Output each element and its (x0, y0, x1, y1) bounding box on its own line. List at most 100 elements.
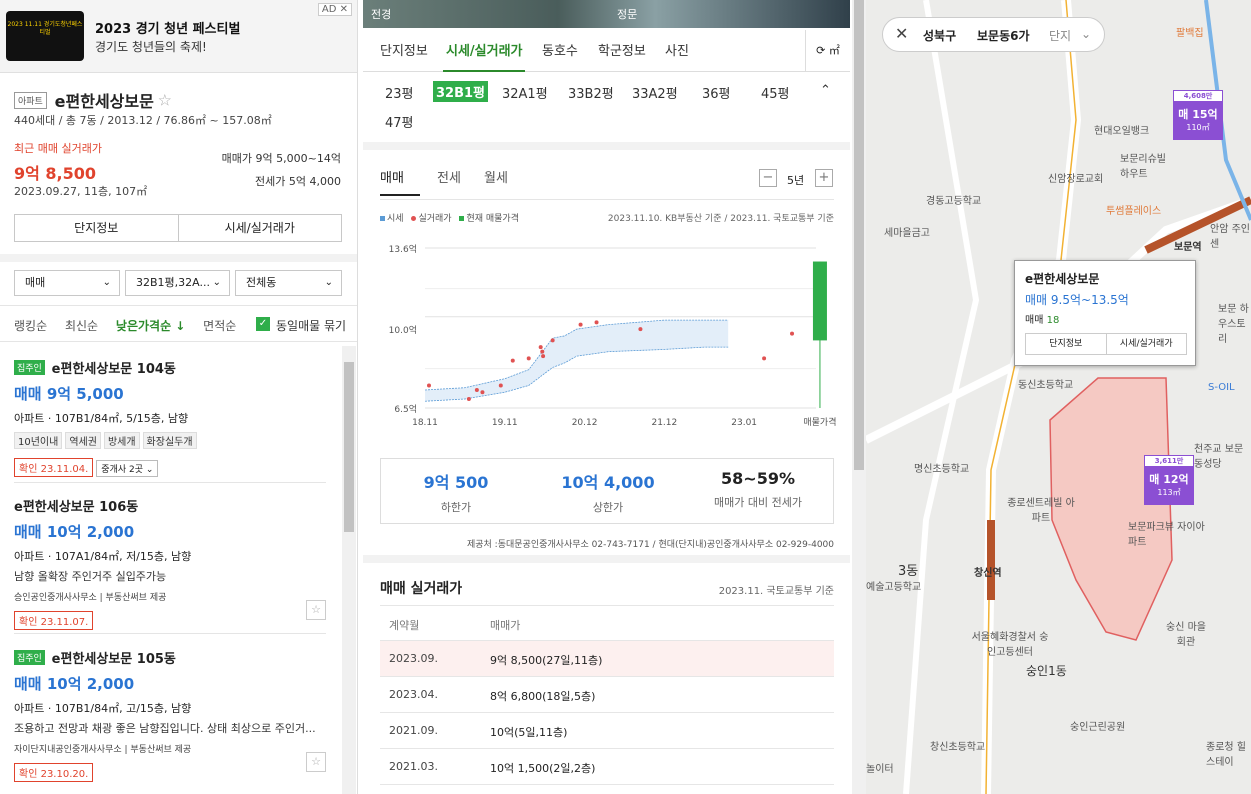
scrollbar[interactable] (342, 346, 356, 794)
transaction-point (510, 358, 515, 363)
pyeong-option[interactable]: 32A1평 (502, 83, 548, 102)
period-minus-button[interactable]: − (759, 169, 777, 187)
divider (0, 305, 357, 306)
region-crumb[interactable]: 성북구 (923, 27, 956, 44)
x-tick-label: 23.01 (731, 418, 757, 428)
x-tick-label: 매물가격 (803, 416, 836, 428)
tab-underline (380, 194, 420, 196)
ad-title[interactable]: 2023 경기 청년 페스티벌 (95, 18, 240, 37)
dong-crumb[interactable]: 보문동6가 (977, 27, 1030, 44)
chart-basis: 2023.11.10. KB부동산 기준 / 2023.11. 국토교통부 기준 (607, 214, 834, 224)
map-label: 경동고등학교 (926, 196, 982, 207)
agent-count-button[interactable]: 중개사 2곳 ⌄ (96, 460, 159, 477)
period-plus-button[interactable]: + (815, 169, 833, 187)
favorite-star-icon[interactable]: ☆ (306, 752, 326, 772)
favorite-star-icon[interactable]: ☆ (306, 600, 326, 620)
tag: 화장실두개 (142, 432, 197, 449)
pyeong-option[interactable]: 36평 (702, 83, 731, 102)
legend-label: 현재 매물가격 (466, 214, 519, 224)
tab-sale[interactable]: 매매 (380, 167, 404, 186)
pyeong-option[interactable]: 23평 (385, 83, 414, 102)
map-label: 숭신 마을회관 (1166, 622, 1206, 648)
map-label: 세마을금고 (884, 228, 930, 239)
listing-footer: 확인 23.11.04. 중개사 2곳 ⌄ (14, 458, 326, 477)
deal-type-select[interactable]: 매매 ⌄ (14, 270, 120, 296)
x-tick-label: 18.11 (412, 418, 438, 428)
unit-toggle-button[interactable]: ⟳ ㎡ (805, 30, 850, 72)
dong-select[interactable]: 전체동 ⌄ (235, 270, 342, 296)
tab-school[interactable]: 학군정보 (598, 40, 646, 59)
tab-monthly[interactable]: 월세 (484, 167, 508, 186)
map-label: 예술고등학교 (866, 582, 922, 593)
pyeong-option[interactable]: 45평 (761, 83, 790, 102)
ad-close-button[interactable]: AD ✕ (317, 3, 352, 16)
listing-footer: 확인 23.11.07. (14, 611, 326, 630)
popup-info-button[interactable]: 단지정보 (1026, 334, 1106, 354)
favorite-star-icon[interactable]: ☆ (158, 91, 172, 110)
confirm-date: 확인 23.11.07. (14, 611, 94, 630)
sort-low-price[interactable]: 낮은가격순 ↓ (116, 319, 185, 333)
summary-value: 10억 4,000 (561, 473, 655, 492)
price-info-button[interactable]: 시세/실거래가 (177, 215, 342, 241)
popup-price-button[interactable]: 시세/실거래가 (1105, 334, 1187, 354)
map-label: 동신초등학교 (1018, 380, 1074, 391)
marker-size: 110㎡ (1186, 123, 1210, 132)
close-icon[interactable]: ✕ (895, 24, 908, 43)
ad-tag: AD (321, 4, 337, 15)
sort-latest[interactable]: 최신순 (65, 319, 98, 333)
cell-month: 2023.09. (389, 652, 438, 665)
ad-banner[interactable]: 2023 11.11 경기도청년페스티벌 2023 경기 청년 페스티벌 경기도… (0, 0, 357, 73)
listing-name: e편한세상보문 104동 (51, 362, 176, 377)
tab-photos[interactable]: 사진 (665, 40, 689, 59)
tab-price[interactable]: 시세/실거래가 (446, 40, 523, 59)
map-price-marker[interactable]: 4,608만 매 15억 110㎡ (1173, 90, 1223, 140)
transaction-title: 매매 실거래가 (380, 581, 463, 597)
popup-count: 매매 18 (1025, 311, 1059, 326)
tab-jeonse[interactable]: 전세 (437, 167, 461, 186)
complex-info-button[interactable]: 단지정보 (15, 215, 178, 241)
pyeong-option[interactable]: 47평 (385, 112, 414, 131)
listing-panel: 2023 11.11 경기도청년페스티벌 2023 경기 청년 페스티벌 경기도… (0, 0, 358, 794)
map-label: 신암장로교회 (1048, 174, 1104, 185)
list-item[interactable]: 집주인 e편한세상보문 105동 매매 10억 2,000 아파트 · 107B… (14, 648, 326, 782)
table-row[interactable]: 2021.09. 10억(5일,11층) (380, 713, 834, 749)
agent-name: 승인공인중개사사무소 | 부동산써브 제공 (14, 593, 167, 603)
filter-crumb[interactable]: 단지 (1049, 27, 1071, 44)
summary-label: 하한가 (440, 501, 472, 514)
size-select[interactable]: 32B1평,32A... ⌄ (125, 270, 230, 296)
tag: 방세개 (103, 432, 140, 449)
ad-thumbnail[interactable]: 2023 11.11 경기도청년페스티벌 (6, 11, 84, 61)
map-label: 보문역 (1174, 242, 1202, 253)
scrollbar-thumb[interactable] (344, 362, 354, 532)
sort-area[interactable]: 면적순 (203, 319, 236, 333)
scrollbar[interactable] (852, 0, 866, 794)
table-row[interactable]: 2023.04. 8억 6,800(18일,5층) (380, 677, 834, 713)
sort-ranking[interactable]: 랭킹순 (14, 319, 47, 333)
price-summary: 9억 500 하한가 10억 4,000 상한가 58~59% 매매가 대비 전세가 (380, 458, 834, 524)
close-icon[interactable]: ✕ (340, 4, 348, 15)
map-view[interactable]: ✕ 성북구 보문동6가 단지 ⌄ 팔백집 현대오일뱅크 보문리슈빌 하우트 신암… (866, 0, 1251, 794)
complex-popup[interactable]: e편한세상보문 매매 9.5억~13.5억 매매 18 단지정보 시세/실거래가 (1014, 260, 1196, 366)
table-row[interactable]: 2023.09. 9억 8,500(27일,11층) (380, 641, 834, 677)
map-label: 보문파크뷰 자이아파트 (1128, 522, 1205, 548)
summary-label: 매매가 대비 전세가 (714, 496, 802, 509)
list-item[interactable]: 집주인 e편한세상보문 104동 매매 9억 5,000 아파트 · 107B1… (14, 358, 326, 477)
list-item[interactable]: e편한세상보문 106동 매매 10억 2,000 아파트 · 107A1/84… (14, 496, 326, 630)
tab-units[interactable]: 동호수 (542, 40, 578, 59)
map-search-bar[interactable]: ✕ 성북구 보문동6가 단지 ⌄ (882, 17, 1105, 52)
collapse-icon[interactable]: ⌃ (820, 83, 831, 98)
group-checkbox[interactable]: ✓ (256, 317, 270, 331)
summary-ratio: 58~59% 매매가 대비 전세가 (683, 469, 833, 510)
scrollbar-thumb[interactable] (854, 0, 864, 470)
photo-strip[interactable]: 전경 정문 (363, 0, 850, 28)
detail-tabs: 단지정보 시세/실거래가 동호수 학군정보 사진 ⟳ ㎡ (363, 30, 850, 72)
tab-complex-info[interactable]: 단지정보 (380, 40, 428, 59)
map-price-marker[interactable]: 3,611만 매 12억 113㎡ (1144, 455, 1194, 505)
cell-price: 8억 6,800(18일,5층) (490, 690, 596, 703)
table-row[interactable]: 2021.03. 10억 1,500(2일,2층) (380, 749, 834, 785)
pyeong-option[interactable]: 33A2평 (632, 83, 678, 102)
pyeong-option[interactable]: 32B1평 (433, 81, 489, 102)
chevron-down-icon[interactable]: ⌄ (1081, 27, 1091, 41)
pyeong-option[interactable]: 33B2평 (568, 83, 614, 102)
confirm-date: 확인 23.11.04. (14, 458, 94, 477)
